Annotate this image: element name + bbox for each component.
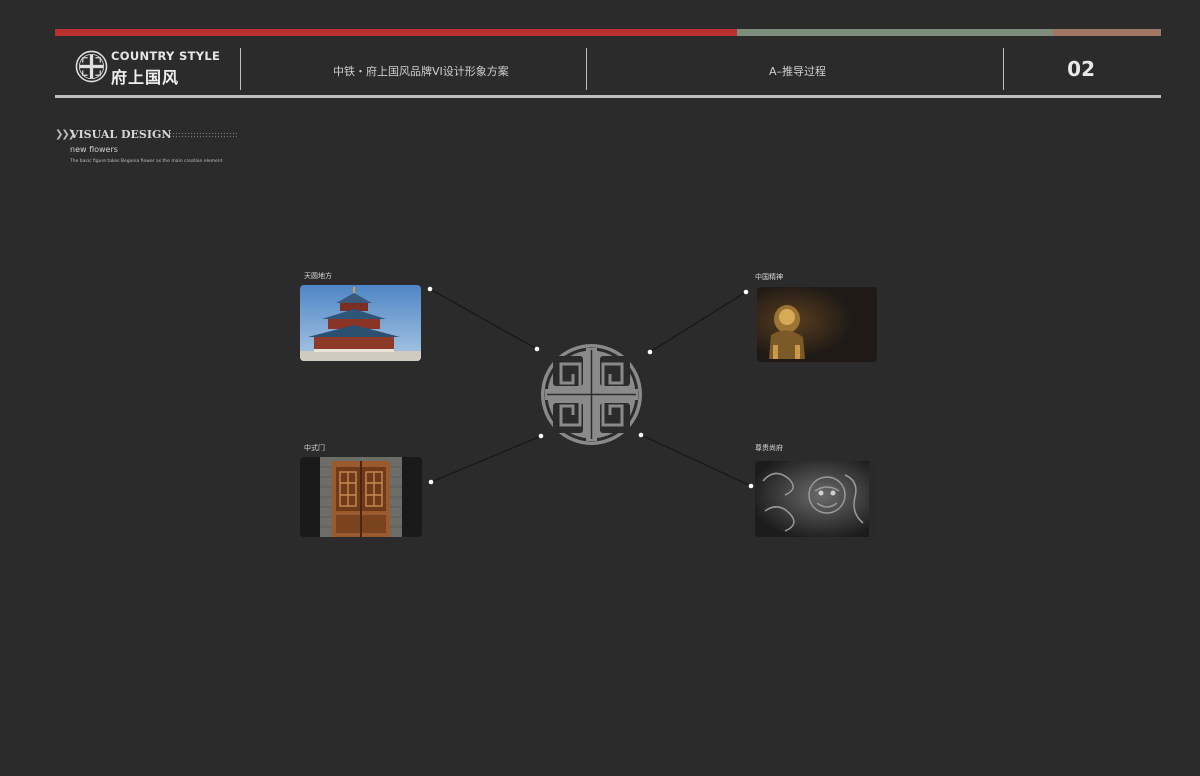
brand-emblem-large-icon [541,344,642,445]
bronze-lion-image [757,287,877,362]
card-label-temple: 天圆地方 [304,272,332,280]
chinese-door-image [300,457,422,537]
card-label-door: 中式门 [304,444,325,452]
temple-of-heaven-image [300,285,421,361]
carved-lion-relief-image [755,461,875,537]
card-label-lion: 中国精神 [755,273,783,281]
card-label-relief: 尊贵尚府 [755,444,783,452]
